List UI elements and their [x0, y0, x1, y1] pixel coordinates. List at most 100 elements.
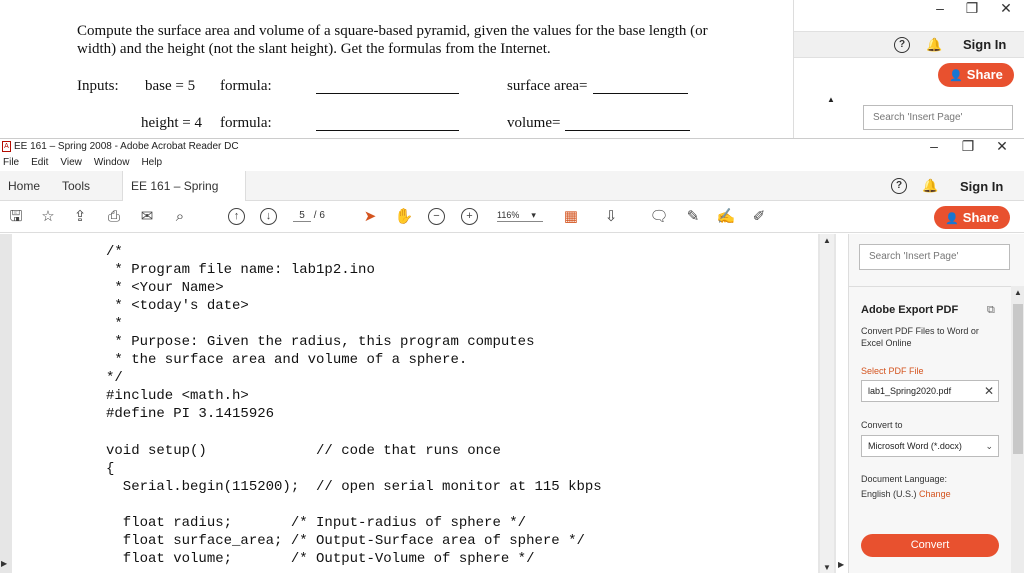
- fill-sign-icon[interactable]: ✐: [749, 207, 769, 227]
- code-line: void setup() // code that runs once: [106, 443, 501, 459]
- height-value: height = 4: [141, 115, 202, 131]
- tab-home[interactable]: Home: [0, 171, 48, 201]
- doc-language-label: Document Language:: [861, 474, 948, 484]
- hand-tool-icon[interactable]: ✋: [394, 207, 414, 227]
- zoom-value: 116%: [497, 210, 520, 220]
- search-icon[interactable]: ⌕: [170, 207, 190, 227]
- zoom-in-icon[interactable]: +: [461, 208, 478, 225]
- left-panel-toggle-icon[interactable]: ▶: [1, 559, 7, 568]
- code-line: * <Your Name>: [106, 280, 224, 296]
- scroll-mode-icon[interactable]: ⇩: [601, 207, 621, 227]
- code-line: * <today's date>: [106, 298, 249, 314]
- format-select[interactable]: Microsoft Word (*.docx) ⌄: [861, 435, 999, 457]
- next-page-icon[interactable]: ↓: [260, 208, 277, 225]
- close-button[interactable]: ✕: [992, 138, 1012, 154]
- scroll-thumb[interactable]: [1013, 304, 1023, 454]
- chevron-down-icon: ▾: [531, 210, 536, 220]
- sign-in-link[interactable]: Sign In: [963, 37, 1006, 52]
- search-input[interactable]: Search 'Insert Page': [859, 244, 1010, 270]
- zoom-select[interactable]: 116% ▾: [497, 210, 543, 222]
- share-icon: 👤: [945, 213, 959, 225]
- chevron-up-icon[interactable]: ▲: [827, 95, 835, 104]
- select-cursor-icon[interactable]: ➤: [360, 207, 380, 227]
- previous-page-icon[interactable]: ↑: [228, 208, 245, 225]
- email-icon[interactable]: ✉: [137, 207, 157, 227]
- code-line: */: [106, 370, 123, 386]
- scroll-up-icon[interactable]: ▲: [823, 236, 831, 245]
- divider: [849, 286, 1024, 287]
- document-scrollbar[interactable]: ▲ ▼: [820, 234, 834, 573]
- answer-line: [316, 130, 459, 131]
- code-line: #define PI 3.1415926: [106, 406, 275, 422]
- acrobat-icon: A: [2, 141, 11, 152]
- base-value: base = 5: [145, 78, 196, 94]
- scroll-up-icon[interactable]: ▲: [1014, 288, 1022, 297]
- highlight-pen-icon[interactable]: ✎: [683, 207, 703, 227]
- page-display-icon[interactable]: ▦: [561, 207, 581, 227]
- tab-bar: Home Tools EE 161 – Spring 20...× ? 🔔 Si…: [0, 171, 1024, 223]
- document-language: Document Language: English (U.S.) Change: [861, 472, 991, 502]
- tab-document[interactable]: EE 161 – Spring 20...×: [122, 171, 246, 223]
- upload-cloud-icon[interactable]: ⇪: [70, 207, 90, 227]
- menu-window[interactable]: Window: [94, 155, 130, 171]
- formula-label: formula:: [220, 115, 272, 131]
- share-button[interactable]: 👤 Share: [938, 63, 1014, 87]
- answer-line: [316, 93, 459, 94]
- share-button[interactable]: 👤 Share: [934, 206, 1010, 229]
- minimize-button[interactable]: –: [924, 138, 944, 154]
- doc-language-value: English (U.S.): [861, 489, 917, 499]
- pane-scrollbar[interactable]: ▲: [1011, 286, 1024, 573]
- print-icon[interactable]: ⎙: [104, 207, 124, 227]
- close-button[interactable]: ✕: [996, 0, 1016, 17]
- select-file-label[interactable]: Select PDF File: [861, 366, 924, 376]
- save-icon[interactable]: 🖫: [6, 207, 26, 227]
- code-line: /*: [106, 244, 123, 260]
- restore-button[interactable]: ❐: [958, 138, 978, 154]
- menu-view[interactable]: View: [60, 155, 82, 171]
- code-line: {: [106, 461, 115, 477]
- export-pdf-icon: ⧉: [987, 304, 995, 316]
- convert-to-label: Convert to: [861, 420, 903, 430]
- change-language-link[interactable]: Change: [919, 489, 951, 499]
- surface-area-label: surface area=: [507, 78, 588, 94]
- scroll-down-icon[interactable]: ▼: [823, 563, 831, 572]
- answer-line: [565, 130, 690, 131]
- draw-icon[interactable]: ✍: [716, 207, 736, 227]
- question-text: Compute the surface area and volume of a…: [77, 23, 708, 57]
- pdf-page: /* * Program file name: lab1p2.ino * <Yo…: [12, 234, 818, 573]
- search-input[interactable]: Search 'Insert Page': [863, 105, 1013, 130]
- zoom-out-icon[interactable]: −: [428, 208, 445, 225]
- bell-icon[interactable]: 🔔: [922, 178, 938, 194]
- convert-button[interactable]: Convert: [861, 534, 999, 557]
- code-line: * Program file name: lab1p2.ino: [106, 262, 375, 278]
- file-name: lab1_Spring2020.pdf: [868, 386, 952, 396]
- menu-help[interactable]: Help: [141, 155, 162, 171]
- tab-tools[interactable]: Tools: [54, 171, 98, 201]
- bookmark-star-icon[interactable]: ☆: [38, 207, 58, 227]
- page-separator: /: [313, 210, 317, 221]
- formula-label: formula:: [220, 78, 272, 94]
- header-bar: ? 🔔 Sign In: [794, 31, 1024, 58]
- menu-file[interactable]: File: [3, 155, 19, 171]
- inputs-label: Inputs:: [77, 78, 119, 94]
- code-line: *: [106, 316, 123, 332]
- minimize-button[interactable]: –: [930, 0, 950, 16]
- file-field[interactable]: lab1_Spring2020.pdf ✕: [861, 380, 999, 402]
- current-page-input[interactable]: 5: [293, 210, 311, 222]
- sign-in-link[interactable]: Sign In: [960, 179, 1003, 194]
- comment-icon[interactable]: 🗨: [649, 207, 669, 227]
- menu-edit[interactable]: Edit: [31, 155, 48, 171]
- right-panel-toggle-icon[interactable]: ▶: [838, 560, 844, 569]
- code-line: * Purpose: Given the radius, this progra…: [106, 334, 535, 350]
- tools-pane: Search 'Insert Page' Adobe Export PDF ⧉ …: [848, 234, 1024, 573]
- help-icon[interactable]: ?: [894, 37, 910, 53]
- bell-icon[interactable]: 🔔: [926, 37, 942, 53]
- share-icon: 👤: [949, 70, 963, 82]
- volume-label: volume=: [507, 115, 561, 131]
- clear-file-icon[interactable]: ✕: [984, 381, 994, 401]
- code-line: #include <math.h>: [106, 388, 249, 404]
- help-icon[interactable]: ?: [891, 178, 907, 194]
- code-line: float surface_area; /* Output-Surface ar…: [106, 533, 585, 549]
- format-value: Microsoft Word (*.docx): [868, 441, 962, 451]
- restore-button[interactable]: ❐: [962, 0, 982, 17]
